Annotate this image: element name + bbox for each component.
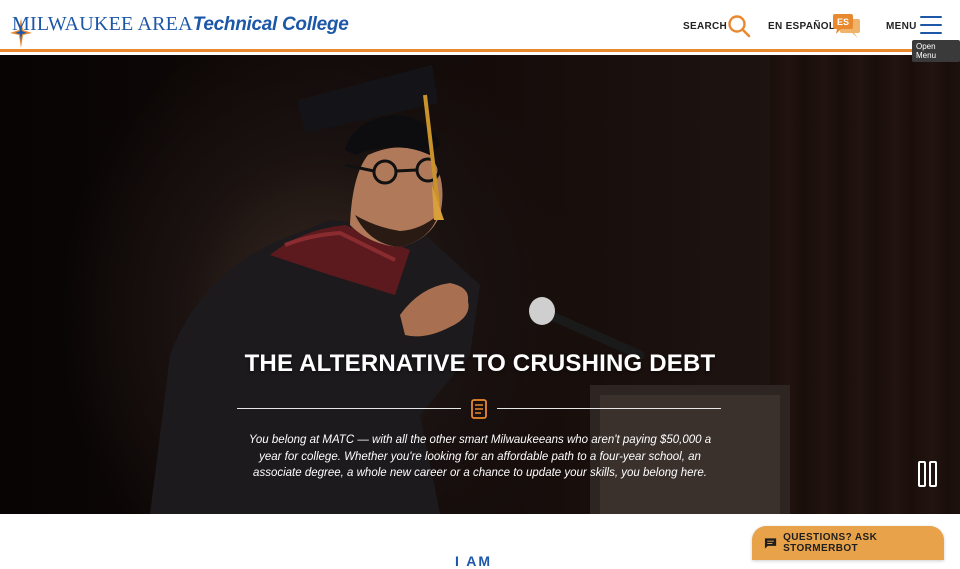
logo-technical-college: Technical College <box>192 14 349 35</box>
search-link[interactable]: SEARCH <box>683 0 727 52</box>
pause-icon[interactable] <box>918 461 938 487</box>
chat-bubble-icon <box>764 537 777 549</box>
hero-title: THE ALTERNATIVE TO CRUSHING DEBT <box>244 350 716 377</box>
site-header: MILWAUKEE AREATechnical College SEARCH E… <box>0 0 960 52</box>
hamburger-menu-icon[interactable] <box>920 16 942 34</box>
divider-line-left <box>237 408 461 409</box>
document-icon <box>471 399 487 419</box>
logo-milwaukee-area: MILWAUKEE AREA <box>12 13 193 35</box>
hero-banner: THE ALTERNATIVE TO CRUSHING DEBT You bel… <box>0 55 960 514</box>
logo-wordmark: MILWAUKEE AREATechnical College <box>12 13 349 36</box>
menu-tooltip: Open Menu <box>912 40 960 62</box>
section-heading-partial: I AM <box>455 553 493 569</box>
stormerbot-chat-button[interactable]: QUESTIONS? ASK STORMERBOT <box>752 526 944 560</box>
chat-label: QUESTIONS? ASK STORMERBOT <box>783 532 878 554</box>
search-icon[interactable] <box>727 14 751 38</box>
divider-line-right <box>497 408 721 409</box>
menu-label: MENU <box>886 20 917 32</box>
espanol-label: EN ESPAÑOL <box>768 20 836 32</box>
hero-description: You belong at MATC — with all the other … <box>248 434 712 479</box>
search-label: SEARCH <box>683 20 728 32</box>
espanol-link[interactable]: EN ESPAÑOL <box>768 0 835 52</box>
espanol-badge: ES <box>837 17 849 27</box>
speech-bubble-icon[interactable]: ES <box>832 13 862 39</box>
